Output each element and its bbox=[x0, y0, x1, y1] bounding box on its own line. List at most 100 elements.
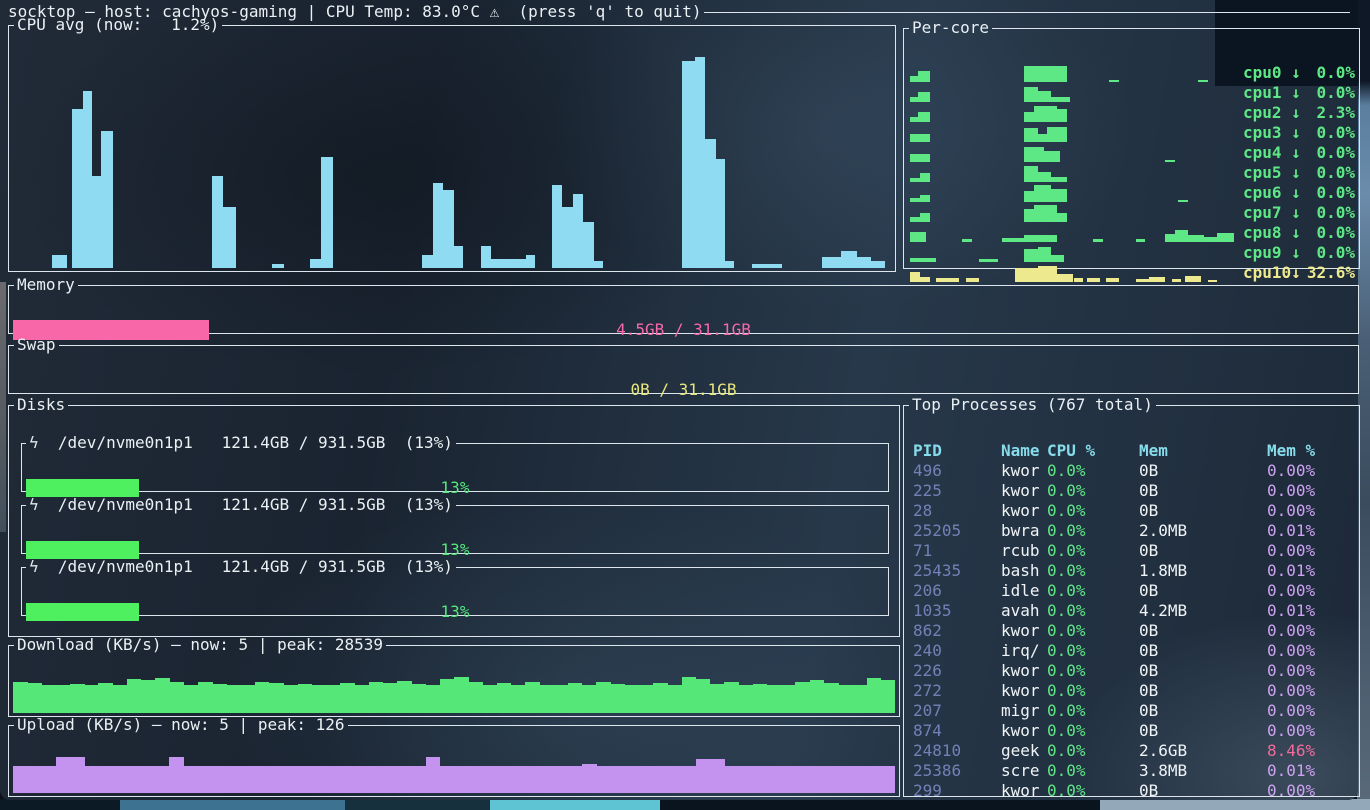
per-core-rows: cpu0 ↓0.0%cpu1 ↓0.0%cpu2 ↓2.3%cpu3 ↓0.0%… bbox=[910, 63, 1355, 266]
swap-panel: Swap 0B / 31.1GB bbox=[8, 336, 1359, 394]
upload-bar bbox=[212, 766, 227, 793]
spark-bar bbox=[1034, 205, 1057, 222]
per-core-row: cpu0 ↓0.0% bbox=[910, 63, 1355, 83]
upload-bar bbox=[169, 757, 184, 793]
download-bar bbox=[525, 682, 540, 713]
upload-bar bbox=[27, 766, 42, 793]
download-bar bbox=[212, 684, 227, 713]
lightning-icon: ϟ bbox=[29, 433, 39, 452]
upload-bar bbox=[753, 766, 768, 793]
upload-bar bbox=[354, 766, 369, 793]
process-cell: avah bbox=[1001, 601, 1047, 621]
process-cell: irq/ bbox=[1001, 641, 1047, 661]
core-label: cpu1 ↓0.0% bbox=[1243, 83, 1355, 103]
spark-bar bbox=[918, 92, 929, 102]
process-cell: 25435 bbox=[913, 561, 1001, 581]
core-sparkline bbox=[910, 224, 1237, 242]
disks-panel: Disks ϟ /dev/nvme0n1p1 121.4GB / 931.5GB… bbox=[8, 396, 900, 637]
upload-bar bbox=[369, 766, 384, 793]
process-cell: 0B bbox=[1139, 461, 1267, 481]
upload-bar bbox=[241, 766, 256, 793]
upload-bar bbox=[56, 757, 71, 793]
spark-bar bbox=[1038, 91, 1051, 102]
download-bar bbox=[41, 685, 56, 713]
spark-bar bbox=[1093, 239, 1103, 242]
download-bar bbox=[369, 682, 384, 713]
download-bar bbox=[511, 685, 526, 713]
download-bar bbox=[426, 685, 441, 713]
spark-bar bbox=[1051, 177, 1067, 182]
upload-bar bbox=[13, 766, 28, 793]
process-cell: 0.00% bbox=[1267, 681, 1356, 701]
spark-bar bbox=[1051, 189, 1067, 202]
process-cell: 0.00% bbox=[1267, 661, 1356, 681]
cpu-avg-bar bbox=[422, 255, 433, 268]
process-cell: 0.0% bbox=[1047, 481, 1139, 501]
process-cell: 0B bbox=[1139, 541, 1267, 561]
download-bar bbox=[440, 679, 455, 713]
spark-bar bbox=[1024, 249, 1037, 262]
upload-bar bbox=[810, 766, 825, 793]
process-cell: 0B bbox=[1139, 641, 1267, 661]
process-cell: kwor bbox=[1001, 781, 1047, 801]
upload-bar bbox=[454, 766, 469, 793]
spark-bar bbox=[1047, 127, 1067, 142]
wallpaper-segment bbox=[120, 799, 345, 810]
upload-bar bbox=[824, 766, 839, 793]
upload-bar bbox=[610, 766, 625, 793]
spark-bar bbox=[1038, 172, 1051, 182]
process-cell: 225 bbox=[913, 481, 1001, 501]
core-value: 2.3% bbox=[1303, 103, 1355, 123]
process-cell: 0.0% bbox=[1047, 781, 1139, 801]
core-label: cpu3 ↓0.0% bbox=[1243, 123, 1355, 143]
upload-bar bbox=[84, 766, 99, 793]
spark-bar bbox=[1038, 134, 1048, 142]
download-bar bbox=[141, 680, 156, 713]
spark-bar bbox=[1051, 97, 1071, 102]
per-core-row: cpu6 ↓0.0% bbox=[910, 183, 1355, 203]
process-cell: 0.0% bbox=[1047, 501, 1139, 521]
upload-bar bbox=[482, 766, 497, 793]
upload-bar bbox=[667, 766, 682, 793]
upload-bar bbox=[639, 766, 654, 793]
cpu-avg-bar bbox=[562, 207, 573, 268]
process-cell: 862 bbox=[913, 621, 1001, 641]
spark-bar bbox=[1024, 147, 1044, 162]
download-bar bbox=[739, 685, 754, 713]
upload-bar bbox=[781, 766, 796, 793]
core-name: cpu3 ↓ bbox=[1243, 123, 1303, 143]
cpu-avg-bar bbox=[752, 264, 783, 268]
lightning-icon: ϟ bbox=[29, 557, 39, 576]
process-cell: 0B bbox=[1139, 681, 1267, 701]
process-cell: 0.00% bbox=[1267, 781, 1356, 801]
process-cell: 0.00% bbox=[1267, 481, 1356, 501]
process-cell: 207 bbox=[913, 701, 1001, 721]
upload-bar bbox=[98, 766, 113, 793]
process-cell: 0.0% bbox=[1047, 681, 1139, 701]
spark-bar bbox=[1024, 128, 1037, 142]
background-patch bbox=[0, 282, 6, 532]
download-bar bbox=[639, 685, 654, 713]
spark-bar bbox=[1044, 151, 1060, 162]
process-cell: 240 bbox=[913, 641, 1001, 661]
download-bar bbox=[596, 682, 611, 713]
upload-bar bbox=[226, 766, 241, 793]
column-header: Name bbox=[1001, 441, 1047, 461]
core-name: cpu4 ↓ bbox=[1243, 143, 1303, 163]
process-row: 25435bash0.0%1.8MB0.01% bbox=[913, 561, 1356, 581]
core-label: cpu7 ↓0.0% bbox=[1243, 203, 1355, 223]
process-row: 225kwor0.0%0B0.00% bbox=[913, 481, 1356, 501]
upload-bar bbox=[255, 766, 270, 793]
core-sparkline bbox=[910, 104, 1237, 122]
process-cell: 206 bbox=[913, 581, 1001, 601]
download-bar bbox=[539, 685, 554, 713]
processes-panel: Top Processes (767 total) PIDNameCPU %Me… bbox=[903, 396, 1360, 797]
cpu-avg-bar bbox=[871, 261, 885, 268]
upload-bar bbox=[625, 766, 640, 793]
spark-bar bbox=[1057, 109, 1067, 122]
process-table-header: PIDNameCPU %MemMem % bbox=[913, 441, 1356, 461]
core-label: cpu9 ↓0.0% bbox=[1243, 243, 1355, 263]
spark-bar bbox=[1051, 255, 1064, 262]
spark-bar bbox=[910, 198, 920, 202]
download-bar bbox=[710, 684, 725, 713]
